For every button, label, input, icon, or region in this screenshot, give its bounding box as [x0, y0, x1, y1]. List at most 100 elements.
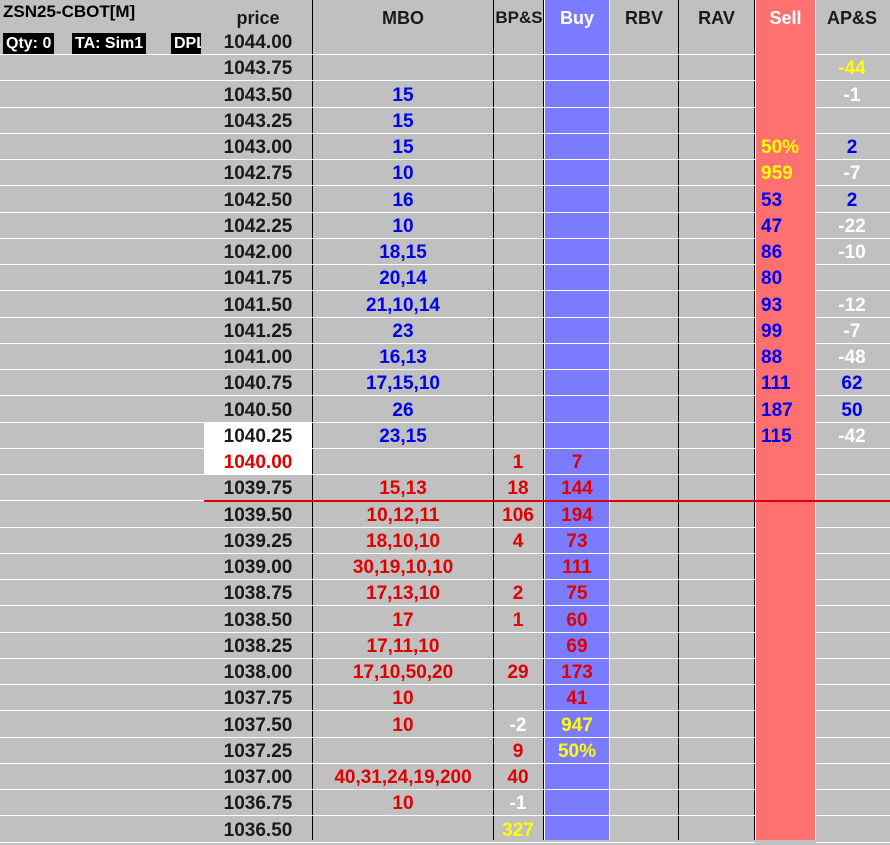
- aps-cell[interactable]: [816, 528, 888, 554]
- sell-cell[interactable]: 50%: [757, 134, 815, 160]
- price-cell[interactable]: 1038.75: [204, 580, 312, 606]
- buy-cell[interactable]: 41: [545, 685, 609, 711]
- aps-cell[interactable]: [816, 738, 888, 764]
- mbo-cell[interactable]: 10: [313, 712, 493, 738]
- ladder-row[interactable]: 1039.25 18,10,10 4 73: [0, 528, 890, 554]
- aps-cell[interactable]: 2: [816, 187, 888, 213]
- price-cell[interactable]: 1041.25: [204, 318, 312, 344]
- price-cell[interactable]: 1043.00: [204, 134, 312, 160]
- price-cell[interactable]: 1038.00: [204, 659, 312, 685]
- price-cell[interactable]: 1038.50: [204, 607, 312, 633]
- sell-cell[interactable]: 86: [757, 239, 815, 265]
- ladder-row[interactable]: 1043.75 -44: [0, 55, 890, 82]
- buy-cell[interactable]: 7: [545, 449, 609, 475]
- buy-cell[interactable]: [545, 292, 609, 318]
- trading-account[interactable]: TA: Sim1: [72, 33, 147, 54]
- header-price[interactable]: price: [204, 0, 312, 36]
- price-cell[interactable]: 1039.75: [204, 475, 312, 501]
- aps-cell[interactable]: -22: [816, 213, 888, 239]
- price-cell[interactable]: 1040.25: [204, 422, 312, 449]
- mbo-cell[interactable]: [313, 55, 493, 81]
- bps-cell[interactable]: 40: [494, 764, 542, 790]
- mbo-cell[interactable]: 15: [313, 108, 493, 134]
- header-bps[interactable]: BP&S: [494, 0, 544, 36]
- bps-cell[interactable]: [494, 55, 542, 81]
- sell-cell[interactable]: [757, 502, 815, 528]
- price-ladder[interactable]: 1044.00 1043.75 -44 1043.50 15 -1 1043.25 15 104…: [0, 0, 890, 843]
- aps-cell[interactable]: [816, 817, 888, 843]
- price-cell[interactable]: 1040.00: [204, 449, 312, 475]
- price-cell[interactable]: 1040.50: [204, 397, 312, 423]
- sell-cell[interactable]: 187: [757, 397, 815, 423]
- bps-cell[interactable]: [494, 82, 542, 108]
- mbo-cell[interactable]: 10,12,11: [313, 502, 493, 528]
- aps-cell[interactable]: -1: [816, 82, 888, 108]
- ladder-row[interactable]: 1043.50 15 -1: [0, 82, 890, 108]
- price-cell[interactable]: 1037.00: [204, 764, 312, 790]
- mbo-cell[interactable]: 17,15,10: [313, 370, 493, 396]
- mbo-cell[interactable]: 15,13: [313, 475, 493, 501]
- sell-cell[interactable]: 959: [757, 160, 815, 186]
- ladder-row[interactable]: 1037.50 10 -2 947: [0, 712, 890, 738]
- mbo-cell[interactable]: 23: [313, 318, 493, 344]
- qty-display[interactable]: Qty: 0: [3, 33, 55, 54]
- bps-cell[interactable]: [494, 134, 542, 160]
- aps-cell[interactable]: -7: [816, 318, 888, 344]
- buy-cell[interactable]: [545, 790, 609, 816]
- aps-cell[interactable]: [816, 764, 888, 790]
- sell-cell[interactable]: [757, 554, 815, 580]
- price-cell[interactable]: 1036.50: [204, 817, 312, 843]
- mbo-cell[interactable]: 10: [313, 213, 493, 239]
- mbo-cell[interactable]: [313, 817, 493, 843]
- aps-cell[interactable]: [816, 790, 888, 816]
- bps-cell[interactable]: [494, 160, 542, 186]
- mbo-cell[interactable]: [313, 449, 493, 475]
- price-cell[interactable]: 1043.75: [204, 55, 312, 81]
- price-cell[interactable]: 1036.75: [204, 790, 312, 816]
- mbo-cell[interactable]: 17,13,10: [313, 580, 493, 606]
- bps-cell[interactable]: [494, 108, 542, 134]
- price-cell[interactable]: 1042.00: [204, 239, 312, 265]
- buy-cell[interactable]: 173: [545, 659, 609, 685]
- ladder-row[interactable]: 1041.50 21,10,14 93 -12: [0, 292, 890, 318]
- price-cell[interactable]: 1037.75: [204, 685, 312, 711]
- header-buy[interactable]: Buy: [545, 0, 609, 36]
- price-cell[interactable]: 1042.25: [204, 213, 312, 239]
- ladder-row[interactable]: 1040.75 17,15,10 111 62: [0, 370, 890, 397]
- bps-cell[interactable]: [494, 292, 542, 318]
- bps-cell[interactable]: -2: [494, 712, 542, 738]
- bps-cell[interactable]: [494, 344, 542, 370]
- price-cell[interactable]: 1039.50: [204, 502, 312, 528]
- price-cell[interactable]: 1039.00: [204, 554, 312, 580]
- aps-cell[interactable]: [816, 685, 888, 711]
- mbo-cell[interactable]: 18,15: [313, 239, 493, 265]
- ladder-row[interactable]: 1042.00 18,15 86 -10: [0, 239, 890, 265]
- buy-cell[interactable]: 60: [545, 607, 609, 633]
- bps-cell[interactable]: [494, 685, 542, 711]
- ladder-row[interactable]: 1037.25 9 50%: [0, 738, 890, 764]
- ladder-row[interactable]: 1042.75 10 959 -7: [0, 160, 890, 187]
- buy-cell[interactable]: [545, 134, 609, 160]
- buy-cell[interactable]: [545, 397, 609, 423]
- buy-cell[interactable]: 50%: [545, 738, 609, 764]
- mbo-cell[interactable]: 17,11,10: [313, 633, 493, 659]
- buy-cell[interactable]: [545, 239, 609, 265]
- aps-cell[interactable]: [816, 659, 888, 685]
- header-sell[interactable]: Sell: [756, 0, 815, 36]
- mbo-cell[interactable]: 10: [313, 685, 493, 711]
- buy-cell[interactable]: 111: [545, 554, 609, 580]
- bps-cell[interactable]: 1: [494, 449, 542, 475]
- buy-cell[interactable]: [545, 160, 609, 186]
- bps-cell[interactable]: [494, 397, 542, 423]
- aps-cell[interactable]: -12: [816, 292, 888, 318]
- mbo-cell[interactable]: 17: [313, 607, 493, 633]
- ladder-row[interactable]: 1041.25 23 99 -7: [0, 318, 890, 344]
- mbo-cell[interactable]: [313, 738, 493, 764]
- mbo-cell[interactable]: 18,10,10: [313, 528, 493, 554]
- sell-cell[interactable]: 53: [757, 187, 815, 213]
- buy-cell[interactable]: 194: [545, 502, 609, 528]
- buy-cell[interactable]: [545, 817, 609, 843]
- buy-cell[interactable]: [545, 187, 609, 213]
- sell-cell[interactable]: [757, 475, 815, 501]
- sell-cell[interactable]: 93: [757, 292, 815, 318]
